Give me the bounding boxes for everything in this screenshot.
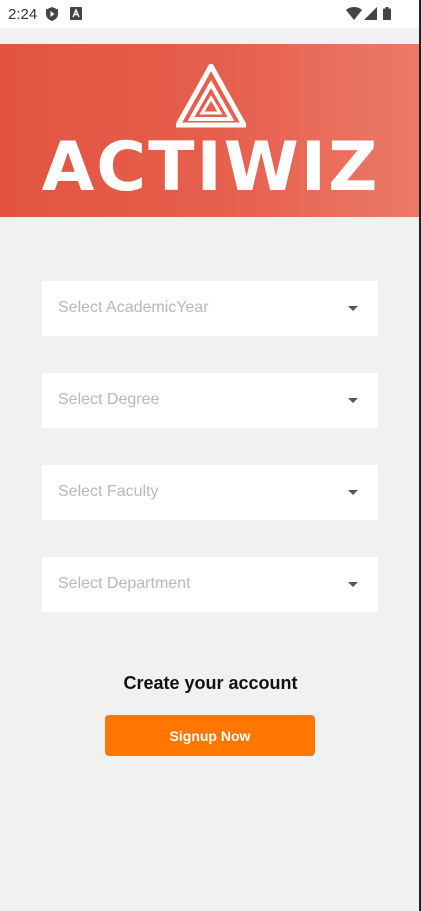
battery-icon (383, 7, 391, 25)
dropdown-arrow-icon (348, 306, 358, 311)
academic-year-placeholder: Select AcademicYear (58, 299, 209, 316)
signup-button[interactable]: Signup Now (105, 715, 315, 756)
wifi-icon (346, 7, 362, 25)
status-bar: 2:24 (0, 0, 421, 28)
dropdown-arrow-icon (348, 582, 358, 587)
create-account-heading: Create your account (123, 673, 298, 693)
faculty-select[interactable]: Select Faculty (42, 465, 378, 520)
dropdown-arrow-icon (348, 490, 358, 495)
academic-year-select[interactable]: Select AcademicYear (42, 281, 378, 336)
signal-icon (364, 7, 377, 25)
shield-play-icon (46, 7, 58, 26)
faculty-placeholder: Select Faculty (58, 483, 159, 500)
degree-select[interactable]: Select Degree (42, 373, 378, 428)
triangle-logo (173, 60, 249, 133)
brand-name: ACTIWIZ (41, 128, 380, 207)
a-box-icon (70, 7, 82, 25)
brand-header: ACTIWIZ (0, 44, 421, 217)
degree-placeholder: Select Degree (58, 391, 160, 408)
dropdown-arrow-icon (348, 398, 358, 403)
department-select[interactable]: Select Department (42, 557, 378, 612)
department-placeholder: Select Department (58, 575, 191, 592)
status-time: 2:24 (8, 6, 38, 23)
